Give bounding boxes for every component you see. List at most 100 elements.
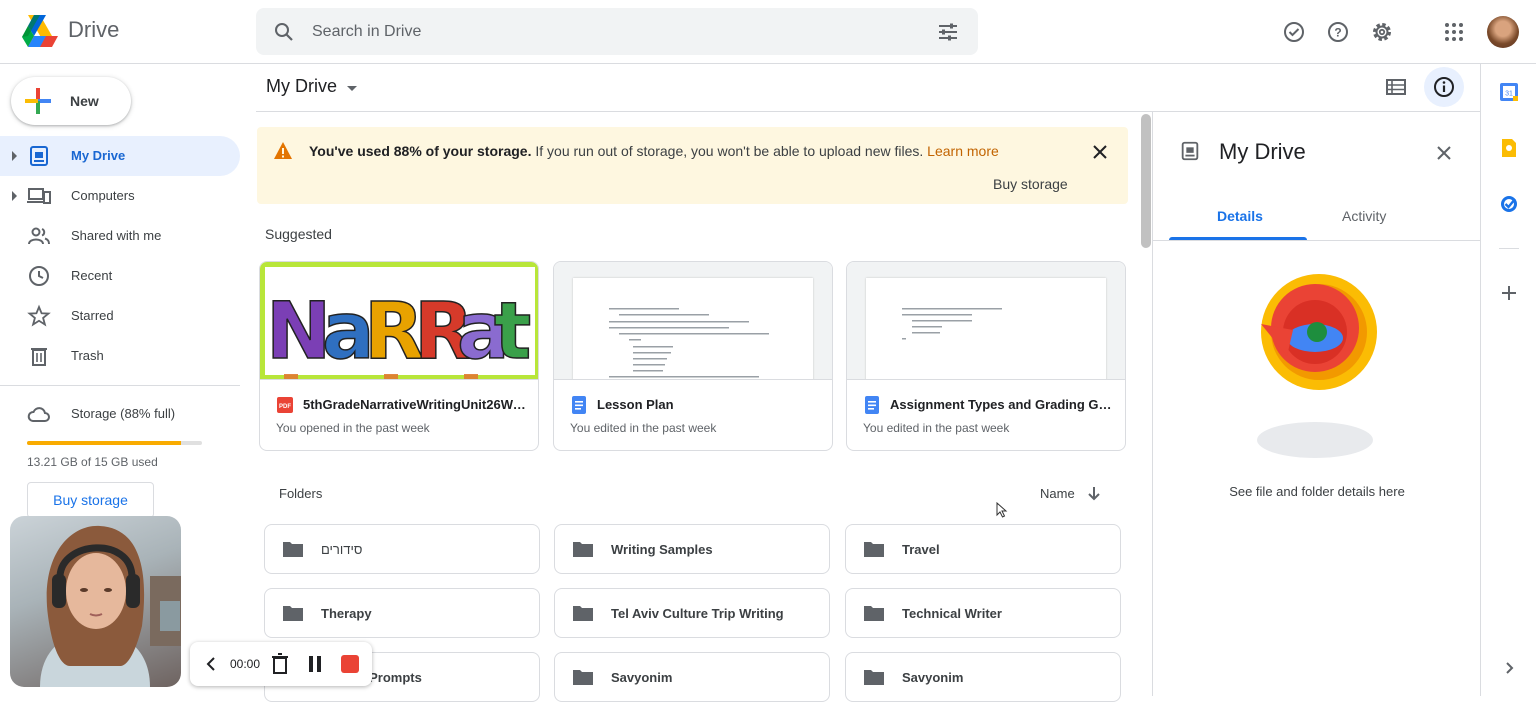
settings-gear-icon[interactable] bbox=[1370, 20, 1394, 44]
folder-item[interactable]: Therapy bbox=[264, 588, 540, 638]
my-drive-icon bbox=[30, 146, 48, 166]
screen-recorder-controls: 00:00 bbox=[190, 642, 372, 686]
svg-text:PDF: PDF bbox=[279, 404, 291, 410]
folder-name: Tel Aviv Culture Trip Writing bbox=[611, 606, 784, 621]
side-panel-rail: 31 bbox=[1480, 64, 1536, 696]
storage-warning-message: If you run out of storage, you won't be … bbox=[531, 143, 928, 159]
folder-name: Savyonim bbox=[611, 670, 673, 685]
panel-divider bbox=[1153, 240, 1481, 241]
sidebar-item-recent[interactable]: Recent bbox=[0, 256, 240, 296]
buy-storage-button[interactable]: Buy storage bbox=[27, 482, 154, 518]
search-bar[interactable] bbox=[256, 8, 978, 55]
tab-details[interactable]: Details bbox=[1169, 200, 1307, 240]
suggested-heading: Suggested bbox=[265, 226, 332, 242]
doc-page-preview bbox=[573, 278, 813, 379]
page-title[interactable]: My Drive bbox=[266, 76, 337, 97]
docs-icon bbox=[572, 396, 586, 414]
sort-by-name-button[interactable]: Name bbox=[1040, 486, 1075, 501]
drive-logo-icon[interactable] bbox=[22, 14, 58, 48]
folder-icon bbox=[573, 542, 593, 557]
search-icon[interactable] bbox=[272, 20, 296, 44]
pause-icon[interactable] bbox=[306, 654, 324, 674]
sidebar-item-label: Shared with me bbox=[71, 228, 162, 243]
banner-buy-storage-button[interactable]: Buy storage bbox=[993, 176, 1068, 192]
sidebar-item-starred[interactable]: Starred bbox=[0, 296, 240, 336]
folder-item[interactable]: Technical Writer bbox=[845, 588, 1121, 638]
folders-heading: Folders bbox=[279, 486, 323, 501]
clock-icon bbox=[29, 266, 49, 286]
file-thumbnail: N a R R a t bbox=[260, 262, 538, 380]
storage-label[interactable]: Storage (88% full) bbox=[71, 406, 175, 421]
recording-timer: 00:00 bbox=[230, 657, 261, 671]
sidebar-item-computers[interactable]: Computers bbox=[0, 176, 240, 216]
trash-icon[interactable] bbox=[270, 653, 290, 675]
chevron-down-icon[interactable] bbox=[347, 86, 357, 91]
storage-warning-text: You've used 88% of your storage. If you … bbox=[309, 143, 999, 159]
view-details-button[interactable] bbox=[1424, 67, 1464, 107]
list-view-icon[interactable] bbox=[1384, 75, 1408, 99]
folder-item[interactable]: Writing Samples bbox=[554, 524, 830, 574]
folder-item[interactable]: Savyonim bbox=[554, 652, 830, 702]
folder-name: סידורים bbox=[321, 542, 363, 557]
close-icon[interactable] bbox=[1089, 141, 1111, 163]
offline-ready-icon[interactable] bbox=[1282, 20, 1306, 44]
learn-more-link[interactable]: Learn more bbox=[927, 143, 999, 159]
tasks-icon[interactable] bbox=[1499, 194, 1519, 214]
expand-arrow-icon[interactable] bbox=[12, 151, 17, 161]
close-icon[interactable] bbox=[1433, 142, 1455, 164]
sidebar-item-trash[interactable]: Trash bbox=[0, 336, 240, 376]
calendar-icon[interactable]: 31 bbox=[1499, 82, 1519, 102]
file-activity: You opened in the past week bbox=[276, 421, 430, 435]
panel-title: My Drive bbox=[1219, 139, 1306, 164]
folder-item[interactable]: Savyonim bbox=[845, 652, 1121, 702]
chevron-left-icon[interactable] bbox=[204, 656, 218, 672]
stop-recording-icon[interactable] bbox=[340, 654, 360, 674]
svg-text:t: t bbox=[494, 287, 531, 377]
docs-icon bbox=[865, 396, 879, 414]
app-title[interactable]: Drive bbox=[68, 17, 119, 43]
folder-name: Savyonim bbox=[902, 670, 964, 685]
plus-icon bbox=[25, 88, 51, 114]
suggested-file-card[interactable]: Lesson Plan You edited in the past week bbox=[553, 261, 833, 451]
folder-icon bbox=[864, 606, 884, 621]
sidebar-item-label: Recent bbox=[71, 268, 113, 283]
folder-icon bbox=[573, 670, 593, 685]
warning-icon bbox=[274, 142, 292, 159]
suggested-file-card[interactable]: N a R R a t PDF 5thGradeNarrativeWriting… bbox=[259, 261, 539, 451]
google-apps-grid-icon[interactable] bbox=[1442, 20, 1466, 44]
top-bar: Drive ? bbox=[0, 0, 1536, 64]
keep-notes-icon[interactable] bbox=[1499, 138, 1519, 158]
file-thumbnail bbox=[847, 262, 1125, 380]
storage-warning-bold: You've used 88% of your storage. bbox=[309, 143, 532, 159]
tab-label: Activity bbox=[1342, 208, 1387, 224]
chevron-right-icon[interactable] bbox=[1499, 658, 1519, 678]
details-illustration bbox=[1257, 274, 1377, 458]
storage-progress-bar bbox=[27, 441, 202, 445]
folder-item[interactable]: Travel bbox=[845, 524, 1121, 574]
folder-item[interactable]: סידורים bbox=[264, 524, 540, 574]
file-activity: You edited in the past week bbox=[863, 421, 1010, 435]
main-scrollbar[interactable] bbox=[1141, 114, 1151, 248]
details-panel: My Drive Details Activity See file and f… bbox=[1152, 112, 1481, 696]
mouse-cursor-icon bbox=[996, 502, 1008, 518]
rail-divider bbox=[1499, 248, 1519, 249]
folder-item[interactable]: Tel Aviv Culture Trip Writing bbox=[554, 588, 830, 638]
webcam-overlay bbox=[10, 516, 181, 687]
folder-icon bbox=[283, 542, 303, 557]
pdf-icon: PDF bbox=[277, 397, 293, 413]
help-icon[interactable]: ? bbox=[1326, 20, 1350, 44]
tab-activity[interactable]: Activity bbox=[1325, 200, 1463, 240]
sidebar-item-shared-with-me[interactable]: Shared with me bbox=[0, 216, 240, 256]
expand-arrow-icon[interactable] bbox=[12, 191, 17, 201]
search-input[interactable] bbox=[312, 20, 872, 44]
account-avatar[interactable] bbox=[1487, 16, 1519, 48]
search-options-icon[interactable] bbox=[936, 20, 960, 44]
add-addon-plus-icon[interactable] bbox=[1499, 283, 1519, 303]
new-button-label: New bbox=[70, 93, 99, 109]
new-button[interactable]: New bbox=[11, 77, 131, 125]
folder-name: Technical Writer bbox=[902, 606, 1002, 621]
sidebar-item-my-drive[interactable]: My Drive bbox=[0, 136, 240, 176]
arrow-down-icon[interactable] bbox=[1085, 484, 1103, 502]
suggested-file-card[interactable]: Assignment Types and Grading Gui... You … bbox=[846, 261, 1126, 451]
svg-text:?: ? bbox=[1334, 26, 1341, 40]
